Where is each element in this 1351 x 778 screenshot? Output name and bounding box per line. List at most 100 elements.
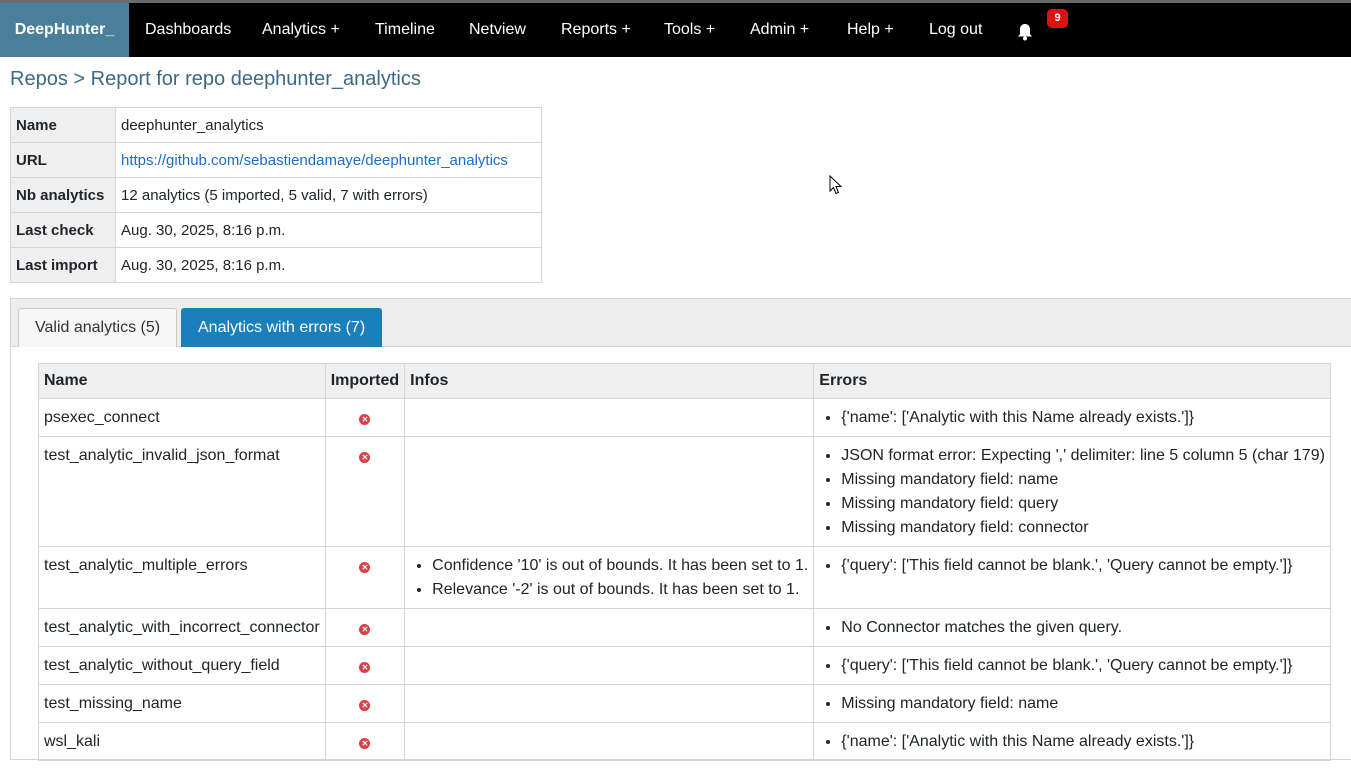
breadcrumb-repos-link[interactable]: Repos <box>10 68 68 90</box>
info-label: Last import <box>10 247 116 283</box>
error-item: Missing mandatory field: name <box>841 468 1325 492</box>
analytics-errors-table: Name Imported Infos Errors psexec_connec… <box>38 363 1331 761</box>
info-row-url: URL https://github.com/sebastiendamaye/d… <box>10 142 542 178</box>
nav-help[interactable]: Help + <box>847 3 894 57</box>
nav-logout[interactable]: Log out <box>929 3 982 57</box>
notification-badge: 9 <box>1047 9 1068 28</box>
errors-cell: JSON format error: Expecting ',' delimit… <box>813 436 1331 547</box>
nav-analytics[interactable]: Analytics + <box>262 3 340 57</box>
not-imported-x-icon: ✕ <box>359 414 371 425</box>
not-imported-x-icon: ✕ <box>359 738 371 749</box>
info-item: Relevance '-2' is out of bounds. It has … <box>432 578 808 602</box>
analytics-tab-panel: Valid analytics (5) Analytics with error… <box>10 298 1351 761</box>
table-row: test_missing_name ✕ Missing mandatory fiel… <box>38 684 1331 723</box>
error-item: JSON format error: Expecting ',' delimit… <box>841 444 1325 468</box>
table-row: test_analytic_without_query_field ✕ {'quer… <box>38 646 1331 685</box>
error-item: No Connector matches the given query. <box>841 616 1325 640</box>
not-imported-x-icon: ✕ <box>359 452 371 463</box>
repo-info-table: Name deephunter_analytics URL https://gi… <box>10 107 542 283</box>
info-row-last-check: Last check Aug. 30, 2025, 8:16 p.m. <box>10 212 542 248</box>
info-row-nb-analytics: Nb analytics 12 analytics (5 imported, 5… <box>10 177 542 213</box>
bell-icon[interactable] <box>1017 23 1033 41</box>
error-item: Missing mandatory field: connector <box>841 516 1325 540</box>
errors-cell: {'name': ['Analytic with this Name alrea… <box>813 722 1331 761</box>
brand-logo[interactable]: DeepHunter_ <box>0 3 129 57</box>
not-imported-x-icon: ✕ <box>359 624 371 635</box>
breadcrumb-separator: > <box>73 68 86 90</box>
info-row-last-import: Last import Aug. 30, 2025, 8:16 p.m. <box>10 247 542 283</box>
info-value: deephunter_analytics <box>115 107 542 143</box>
nav-admin[interactable]: Admin + <box>750 3 809 57</box>
errors-cell: No Connector matches the given query. <box>813 608 1331 647</box>
nav-timeline[interactable]: Timeline <box>375 3 435 57</box>
errors-cell: Missing mandatory field: name <box>813 684 1331 723</box>
info-value: 12 analytics (5 imported, 5 valid, 7 wit… <box>115 177 542 213</box>
imported-cell: ✕ <box>324 684 406 723</box>
info-label: Nb analytics <box>10 177 116 213</box>
error-item: {'query': ['This field cannot be blank.'… <box>841 654 1325 678</box>
repo-url-link[interactable]: https://github.com/sebastiendamaye/deeph… <box>121 152 508 169</box>
imported-cell: ✕ <box>324 608 406 647</box>
imported-cell: ✕ <box>324 646 406 685</box>
info-label: Name <box>10 107 116 143</box>
imported-cell: ✕ <box>324 436 406 547</box>
errors-cell: {'name': ['Analytic with this Name alrea… <box>813 398 1331 437</box>
errors-cell: {'query': ['This field cannot be blank.'… <box>813 546 1331 609</box>
info-value: https://github.com/sebastiendamaye/deeph… <box>115 142 542 178</box>
analytic-name: psexec_connect <box>38 398 326 437</box>
infos-cell <box>404 684 815 723</box>
table-row: wsl_kali ✕ {'name': ['Analytic with this N… <box>38 722 1331 761</box>
info-value: Aug. 30, 2025, 8:16 p.m. <box>115 247 542 283</box>
infos-cell: Confidence '10' is out of bounds. It has… <box>404 546 815 609</box>
analytic-name: test_analytic_with_incorrect_connector <box>38 608 326 647</box>
error-item: {'query': ['This field cannot be blank.'… <box>841 554 1325 578</box>
tab-valid-analytics[interactable]: Valid analytics (5) <box>18 308 178 347</box>
nav-tools[interactable]: Tools + <box>664 3 715 57</box>
not-imported-x-icon: ✕ <box>359 700 371 711</box>
error-item: Missing mandatory field: query <box>841 492 1325 516</box>
col-header-errors[interactable]: Errors <box>813 363 1331 399</box>
top-navbar: DeepHunter_ Dashboards Analytics + Timel… <box>0 0 1351 57</box>
col-header-name[interactable]: Name <box>38 363 326 399</box>
infos-cell <box>404 436 815 547</box>
error-item: Missing mandatory field: name <box>841 692 1325 716</box>
table-row: test_analytic_with_incorrect_connector ✕ N… <box>38 608 1331 647</box>
imported-cell: ✕ <box>324 546 406 609</box>
errors-cell: {'query': ['This field cannot be blank.'… <box>813 646 1331 685</box>
col-header-imported[interactable]: Imported <box>324 363 406 399</box>
nav-netview[interactable]: Netview <box>469 3 526 57</box>
col-header-infos[interactable]: Infos <box>404 363 815 399</box>
error-item: {'name': ['Analytic with this Name alrea… <box>841 730 1325 754</box>
analytic-name: wsl_kali <box>38 722 326 761</box>
imported-cell: ✕ <box>324 722 406 761</box>
info-item: Confidence '10' is out of bounds. It has… <box>432 554 808 578</box>
infos-cell <box>404 646 815 685</box>
tab-bar: Valid analytics (5) Analytics with error… <box>11 299 1351 347</box>
not-imported-x-icon: ✕ <box>359 662 371 673</box>
analytic-name: test_missing_name <box>38 684 326 723</box>
info-label: URL <box>10 142 116 178</box>
tab-analytics-with-errors[interactable]: Analytics with errors (7) <box>181 308 383 347</box>
table-header-row: Name Imported Infos Errors <box>38 363 1331 399</box>
error-item: {'name': ['Analytic with this Name alrea… <box>841 406 1325 430</box>
breadcrumb: Repos > Report for repo deephunter_analy… <box>10 68 421 91</box>
table-row: test_analytic_invalid_json_format ✕ JSON f… <box>38 436 1331 547</box>
infos-cell <box>404 398 815 437</box>
imported-cell: ✕ <box>324 398 406 437</box>
nav-reports[interactable]: Reports + <box>561 3 631 57</box>
info-label: Last check <box>10 212 116 248</box>
not-imported-x-icon: ✕ <box>359 562 371 573</box>
analytic-name: test_analytic_without_query_field <box>38 646 326 685</box>
mouse-cursor-icon <box>829 175 843 195</box>
info-value: Aug. 30, 2025, 8:16 p.m. <box>115 212 542 248</box>
nav-dashboards[interactable]: Dashboards <box>145 3 231 57</box>
table-row: test_analytic_multiple_errors ✕ Confidence… <box>38 546 1331 609</box>
analytics-rows: psexec_connect ✕ {'name': ['Analytic with … <box>38 398 1331 761</box>
infos-cell <box>404 722 815 761</box>
analytic-name: test_analytic_invalid_json_format <box>38 436 326 547</box>
info-row-name: Name deephunter_analytics <box>10 107 542 143</box>
infos-cell <box>404 608 815 647</box>
page-title: Report for repo deephunter_analytics <box>90 68 421 90</box>
analytic-name: test_analytic_multiple_errors <box>38 546 326 609</box>
table-row: psexec_connect ✕ {'name': ['Analytic with … <box>38 398 1331 437</box>
